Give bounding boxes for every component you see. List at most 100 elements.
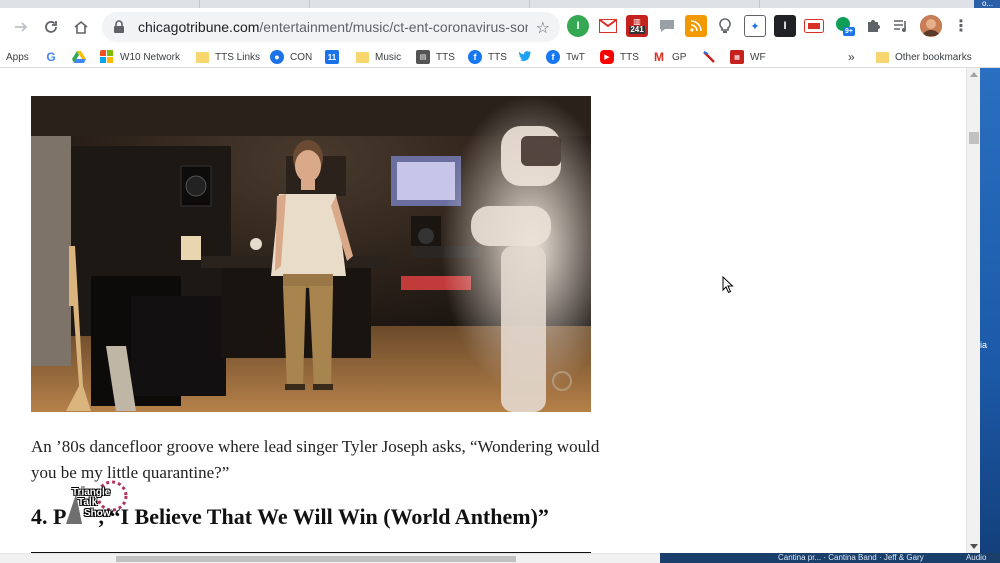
facebook-icon: f — [468, 50, 482, 64]
mouse-cursor-icon — [722, 276, 734, 294]
home-icon — [74, 20, 88, 34]
page-content: An ’80s dancefloor groove where lead sin… — [0, 68, 966, 553]
bookmark-label: TwT — [566, 51, 585, 63]
profile-avatar[interactable] — [920, 15, 942, 37]
watermark-line2: Talk — [78, 497, 98, 508]
scrollbar-thumb[interactable] — [969, 132, 979, 144]
folder-icon — [196, 51, 209, 63]
desktop-text-fragment: ia — [980, 340, 988, 350]
watermark-line3: Show — [84, 508, 111, 519]
bookmark-label: CON — [290, 51, 313, 63]
browser-toolbar: chicagotribune.com/entertainment/music/c… — [0, 8, 1000, 46]
wf-icon: ▦ — [730, 50, 744, 64]
desktop-background: ia — [980, 68, 1000, 563]
url-text: chicagotribune.com/entertainment/music/c… — [138, 19, 528, 35]
triangle-talk-show-watermark: Triangle Talk Show — [62, 474, 132, 530]
tab[interactable] — [210, 0, 310, 8]
twitter-icon — [518, 51, 532, 62]
studio-video-frame — [31, 96, 591, 412]
tab[interactable] — [660, 0, 760, 8]
bookmark-youtube[interactable]: ▶ TTS — [600, 49, 639, 65]
arrow-right-icon — [15, 22, 28, 32]
tab-strip — [0, 0, 1000, 8]
bookmark-gp[interactable]: M GP — [652, 49, 686, 65]
bookmark-star-icon[interactable]: ☆ — [536, 18, 550, 38]
bookmarks-overflow-button[interactable]: » — [848, 49, 855, 65]
home-button[interactable] — [66, 12, 96, 42]
keep-extension-icon[interactable] — [714, 15, 736, 37]
lock-icon — [112, 20, 126, 34]
google-icon: G — [46, 50, 56, 64]
sync-badge: 9+ — [845, 28, 853, 35]
bookmark-label: TTS — [436, 51, 455, 63]
bookmark-label: Apps — [6, 51, 29, 63]
url-path: /entertainment/music/ct-ent-coronavirus-… — [259, 19, 528, 35]
forward-button[interactable] — [6, 12, 36, 42]
calendar-icon: 11 — [325, 50, 339, 64]
gmail-icon: M — [654, 50, 664, 64]
scroll-up-arrow-icon[interactable] — [970, 72, 978, 77]
capture-extension-icon[interactable]: ✦ — [744, 15, 766, 37]
extensions-puzzle-icon[interactable] — [862, 15, 884, 37]
windows-icon — [100, 50, 113, 63]
info-extension-icon[interactable]: I — [774, 15, 796, 37]
bookmark-label: Music — [375, 51, 402, 63]
bookmark-label: TTS Links — [215, 51, 261, 63]
gmail-extension-icon[interactable] — [597, 15, 619, 37]
comment-extension-icon[interactable] — [656, 15, 678, 37]
scroll-down-arrow-icon[interactable] — [970, 544, 978, 549]
desktop-top-fragment: o... — [982, 0, 994, 8]
extension-grammarly-icon[interactable]: I — [567, 15, 589, 37]
bookmark-tts-facebook[interactable]: f TTS — [468, 49, 507, 65]
bookmark-wf[interactable]: ▦ WF — [730, 49, 766, 65]
bookmark-twitter[interactable] — [518, 49, 538, 65]
reload-icon — [45, 21, 57, 33]
other-bookmarks-folder[interactable]: Other bookmarks — [876, 49, 972, 65]
tts-icon: ▤ — [416, 50, 430, 64]
bookmark-label: GP — [672, 51, 687, 63]
bookmark-label: TTS — [620, 51, 639, 63]
bookmark-label: WF — [750, 51, 766, 63]
rss-extension-icon[interactable] — [685, 15, 707, 37]
bookmark-google[interactable]: G — [44, 49, 64, 65]
bookmark-label: TTS — [488, 51, 507, 63]
bookmark-calendar[interactable]: 11 — [325, 49, 345, 65]
media-control-icon[interactable] — [890, 15, 912, 37]
horizontal-scrollbar[interactable] — [0, 553, 660, 563]
calendar-extension-icon[interactable]: ▥ 241 — [626, 15, 648, 37]
feather-icon — [703, 51, 715, 63]
video-player[interactable] — [31, 96, 591, 412]
taskbar-media-strip: Cantina pr... · Cantina Band · Jeff & Ga… — [660, 553, 1000, 563]
bookmarks-bar: Apps G W10 Network TTS Links ● CON 11 Mu… — [0, 46, 1000, 68]
bookmark-tts-links[interactable]: TTS Links — [196, 49, 260, 65]
bookmark-twt[interactable]: f TwT — [546, 49, 585, 65]
bookmark-label: W10 Network — [120, 51, 181, 63]
bookmark-con[interactable]: ● CON — [270, 49, 312, 65]
horizontal-scrollbar-thumb[interactable] — [116, 556, 516, 562]
hangouts-extension-icon[interactable]: 9+ — [834, 15, 856, 37]
address-bar[interactable]: chicagotribune.com/entertainment/music/c… — [102, 12, 560, 42]
taskbar-media-text: Cantina pr... · Cantina Band · Jeff & Ga… — [778, 553, 924, 562]
bookmark-apps[interactable]: Apps — [6, 49, 29, 65]
menu-kebab-icon[interactable]: ⋮ — [950, 15, 972, 37]
bookmark-label: Other bookmarks — [895, 51, 972, 63]
url-host: chicagotribune.com — [138, 19, 260, 35]
bookmark-w10-network[interactable]: W10 Network — [100, 49, 180, 65]
calendar-badge: 241 — [629, 25, 645, 34]
pdf-extension-icon[interactable] — [803, 15, 825, 37]
bookmark-drive[interactable] — [72, 49, 92, 65]
bookmark-tts[interactable]: ▤ TTS — [416, 49, 455, 65]
tab[interactable] — [100, 0, 200, 8]
heading-title: , “I Believe That We Will Win (World Ant… — [98, 504, 549, 529]
folder-icon — [876, 51, 889, 63]
youtube-icon: ▶ — [600, 50, 614, 64]
taskbar-right-text: Audio — [965, 553, 987, 562]
tab[interactable] — [430, 0, 530, 8]
facebook-icon: f — [546, 50, 560, 64]
bookmark-feather[interactable] — [702, 49, 722, 65]
drive-icon — [72, 51, 86, 63]
folder-icon — [356, 51, 369, 63]
vertical-scrollbar[interactable] — [966, 68, 980, 553]
bookmark-music[interactable]: Music — [356, 49, 401, 65]
reload-button[interactable] — [36, 12, 66, 42]
